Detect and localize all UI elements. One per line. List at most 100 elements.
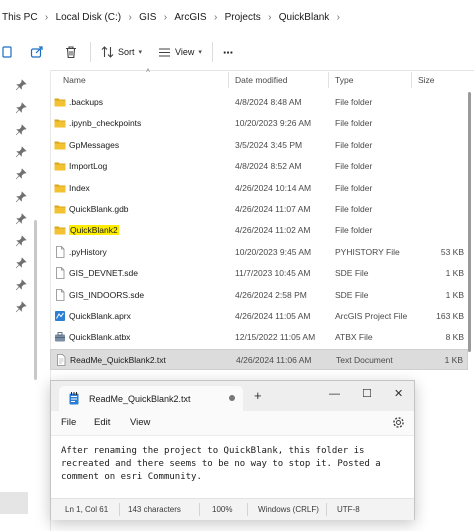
status-zoom[interactable]: 100% (212, 505, 232, 514)
unsaved-dot-icon[interactable] (229, 395, 235, 401)
notepad-menu-bar: File Edit View (51, 411, 414, 436)
file-type: File folder (335, 225, 373, 236)
status-encoding[interactable]: UTF-8 (337, 505, 360, 514)
settings-gear-icon[interactable] (392, 416, 405, 429)
address-bar[interactable]: This PC › Local Disk (C:) › GIS › ArcGIS… (0, 0, 474, 35)
sort-ascending-icon: ˄ (146, 68, 151, 75)
sort-icon (101, 46, 114, 58)
pin-icon[interactable] (15, 146, 27, 158)
minimize-icon[interactable]: — (329, 388, 340, 400)
file-name: QuickBlank2 (69, 225, 119, 236)
pin-icon[interactable] (15, 168, 27, 180)
file-date: 4/26/2024 11:06 AM (236, 354, 312, 365)
navigation-pane (0, 70, 51, 531)
file-row[interactable]: .backups 4/8/2024 8:48 AM File folder (50, 92, 468, 113)
column-divider[interactable] (228, 72, 229, 88)
file-row[interactable]: QuickBlank2 4/26/2024 11:02 AM File folder (50, 220, 468, 241)
breadcrumb-quickblank[interactable]: QuickBlank (279, 12, 330, 23)
file-row[interactable]: QuickBlank.aprx 4/26/2024 11:05 AM ArcGIS … (50, 306, 468, 327)
file-date: 4/26/2024 10:14 AM (235, 182, 312, 193)
file-type: File folder (335, 118, 373, 129)
file-row[interactable]: QuickBlank.gdb 4/26/2024 11:07 AM File fol… (50, 199, 468, 220)
pin-icon[interactable] (15, 279, 27, 291)
new-tab-button[interactable]: + (254, 389, 262, 402)
status-line-ending[interactable]: Windows (CRLF) (258, 505, 319, 514)
file-name: QuickBlank.atbx (69, 332, 131, 343)
file-list-scrollbar[interactable] (468, 92, 471, 352)
file-date: 4/26/2024 11:05 AM (235, 311, 311, 321)
selected-nav-item[interactable] (0, 492, 28, 514)
file-size: 53 KB (440, 246, 464, 257)
sort-button[interactable]: Sort ▾ (97, 40, 146, 64)
delete-icon[interactable] (58, 39, 84, 65)
file-date: 4/26/2024 11:02 AM (235, 225, 311, 236)
notepad-text-area[interactable]: After renaming the project to QuickBlank… (61, 445, 406, 484)
pin-icon[interactable] (15, 257, 27, 269)
file-name: GIS_DEVNET.sde (69, 268, 138, 279)
file-date: 4/8/2024 8:48 AM (235, 97, 302, 107)
file-type: ATBX File (335, 332, 373, 343)
pin-icon[interactable] (15, 191, 27, 203)
pin-icon[interactable] (15, 235, 27, 247)
maximize-icon[interactable]: ☐ (362, 388, 372, 400)
file-row[interactable]: GIS_INDOORS.sde 4/26/2024 2:58 PM SDE File… (50, 285, 468, 306)
status-divider (119, 503, 120, 516)
pin-icon[interactable] (15, 102, 27, 114)
file-row[interactable]: .pyHistory 10/20/2023 9:45 AM PYHISTORY Fi… (50, 242, 468, 263)
column-header-type[interactable]: Type (335, 75, 353, 85)
breadcrumb-projects[interactable]: Projects (225, 12, 261, 23)
pin-icon[interactable] (15, 124, 27, 136)
chevron-right-icon: › (213, 11, 218, 23)
notepad-tab[interactable]: ReadMe_QuickBlank2.txt (59, 386, 243, 411)
column-header-size[interactable]: Size (418, 75, 435, 85)
chevron-right-icon: › (44, 11, 49, 23)
file-row[interactable]: Index 4/26/2024 10:14 AM File folder (50, 178, 468, 199)
file-row[interactable]: QuickBlank.atbx 12/15/2022 11:05 AM ATBX F… (50, 327, 468, 348)
column-header-date[interactable]: Date modified (235, 75, 287, 85)
column-divider[interactable] (411, 72, 412, 88)
folder-icon (54, 117, 66, 129)
file-row[interactable]: .ipynb_checkpoints 10/20/2023 9:26 AM File… (50, 113, 468, 134)
file-type: File folder (335, 97, 373, 107)
file-row[interactable]: GIS_DEVNET.sde 11/7/2023 10:45 AM SDE File… (50, 263, 468, 284)
pin-icon[interactable] (15, 79, 27, 91)
notepad-tab-title: ReadMe_QuickBlank2.txt (89, 394, 191, 404)
share-icon[interactable] (24, 39, 50, 65)
pin-icon[interactable] (15, 213, 27, 225)
column-header-name[interactable]: Name (63, 75, 86, 85)
arcgis-project-icon (54, 310, 66, 322)
close-icon[interactable]: ✕ (394, 388, 403, 400)
navigation-scrollbar[interactable] (34, 220, 37, 380)
breadcrumb-this-pc[interactable]: This PC (2, 12, 38, 23)
file-row[interactable]: ReadMe_QuickBlank2.txt 4/26/2024 11:06 AM… (50, 348, 468, 370)
folder-icon (54, 96, 66, 108)
file-date: 3/5/2024 3:45 PM (235, 139, 303, 150)
file-type: PYHISTORY File (335, 246, 400, 257)
breadcrumb-local-disk[interactable]: Local Disk (C:) (56, 12, 122, 23)
file-size: 1 KB (444, 354, 463, 365)
file-date: 12/15/2022 11:05 AM (235, 332, 316, 343)
menu-file[interactable]: File (61, 417, 76, 428)
file-date: 10/20/2023 9:45 AM (235, 246, 312, 257)
file-row[interactable]: ImportLog 4/8/2024 8:52 AM File folder (50, 156, 468, 177)
file-date: 11/7/2023 10:45 AM (235, 268, 311, 279)
pin-icon[interactable] (15, 301, 27, 313)
notepad-title-bar[interactable]: ReadMe_QuickBlank2.txt + — ☐ ✕ (51, 381, 414, 411)
file-type: SDE File (335, 268, 369, 279)
notepad-status-bar: Ln 1, Col 61 143 characters 100% Windows… (51, 498, 414, 520)
copy-icon[interactable] (0, 39, 20, 65)
menu-view[interactable]: View (130, 417, 150, 428)
view-button[interactable]: View ▾ (154, 40, 206, 64)
more-options-button[interactable]: ··· (219, 40, 237, 64)
file-name: ImportLog (69, 161, 108, 172)
file-type: SDE File (335, 289, 369, 300)
menu-edit[interactable]: Edit (94, 417, 110, 428)
file-row[interactable]: GpMessages 3/5/2024 3:45 PM File folder (50, 135, 468, 156)
breadcrumb-gis[interactable]: GIS (139, 12, 156, 23)
status-character-count: 143 characters (128, 505, 181, 514)
command-bar: Sort ▾ View ▾ ··· (0, 34, 474, 71)
file-name: .pyHistory (69, 246, 107, 257)
breadcrumb-arcgis[interactable]: ArcGIS (174, 12, 206, 23)
column-divider[interactable] (328, 72, 329, 88)
file-name: Index (69, 182, 90, 193)
